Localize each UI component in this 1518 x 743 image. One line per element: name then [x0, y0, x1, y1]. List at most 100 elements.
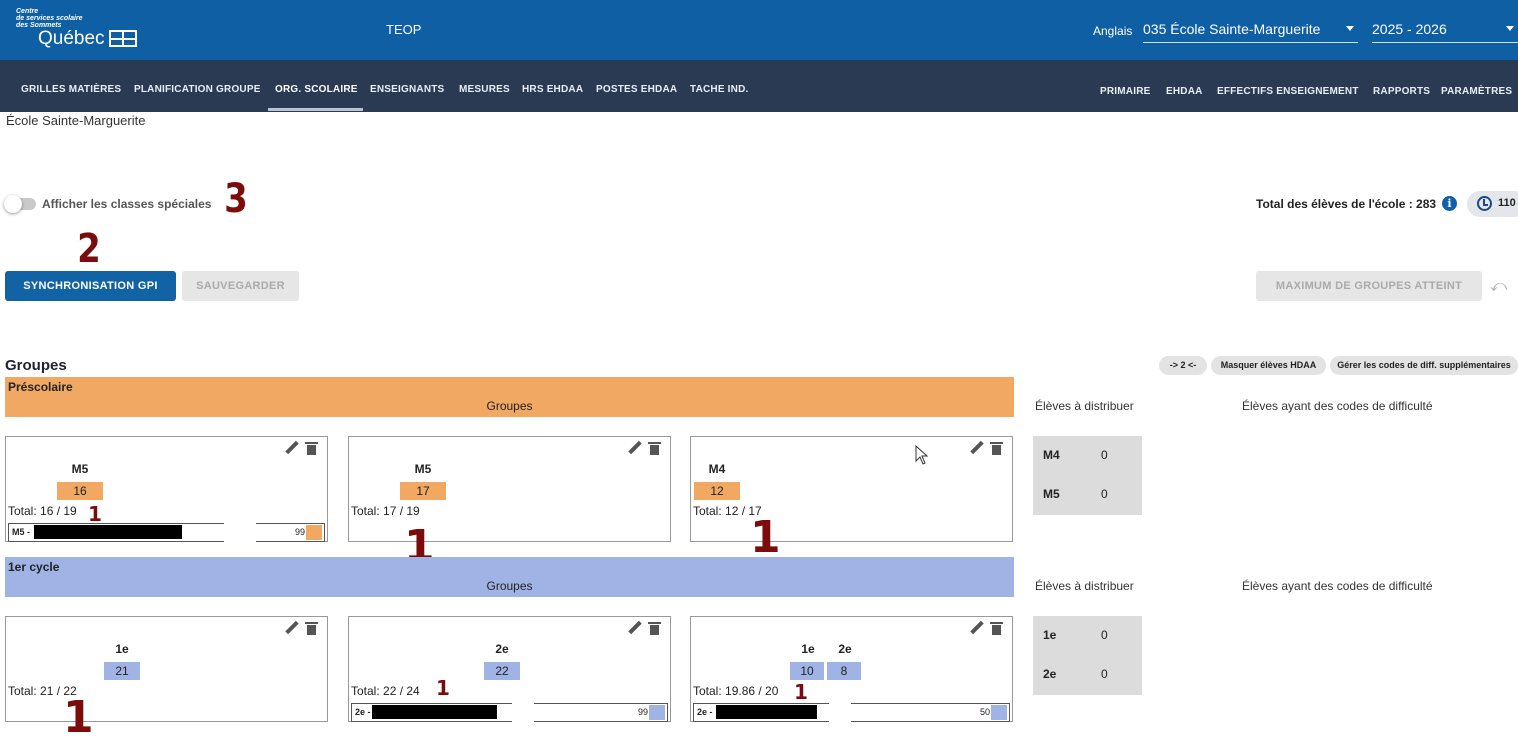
col-difficulty: Élèves ayant des codes de difficulté	[1242, 579, 1433, 593]
nav-hrs-ehdaa[interactable]: HRS EHDAA	[522, 84, 583, 95]
distribute-row: 2e 0	[1043, 667, 1108, 681]
logo-quebec: Québec	[38, 28, 105, 49]
year-select[interactable]: 2025 - 2026	[1372, 21, 1518, 43]
annotation-1: 1	[88, 502, 102, 526]
distribute-count: 0	[1101, 487, 1108, 501]
distribute-box: M4 0 M5 0	[1033, 436, 1142, 515]
group-card[interactable]: 1e 10 2e 8 Total: 19.86 / 20 2e - 50	[690, 616, 1013, 723]
nav-postes-ehdaa[interactable]: POSTES EHDAA	[596, 84, 677, 95]
distribute-box: 1e 0 2e 0	[1033, 616, 1142, 695]
distribute-count: 0	[1101, 667, 1108, 681]
distribute-count: 0	[1101, 448, 1108, 462]
level-name: M5	[414, 462, 432, 476]
student-subrow[interactable]: 2e - 50	[693, 703, 1010, 723]
pencil-icon[interactable]	[628, 441, 642, 455]
level-count[interactable]: 8	[827, 662, 861, 680]
level-name: 1e	[801, 642, 815, 656]
nav-planification-groupe[interactable]: PLANIFICATION GROUPE	[134, 84, 261, 95]
level-count[interactable]: 17	[400, 482, 446, 500]
nav-rapports[interactable]: RAPPORTS	[1373, 86, 1430, 97]
level-count[interactable]: 21	[104, 662, 140, 680]
info-icon[interactable]: i	[1442, 196, 1457, 211]
app-title: TEOP	[386, 22, 422, 37]
subrow-gap	[512, 703, 534, 723]
history-button[interactable]: 110	[1467, 191, 1518, 217]
group-card[interactable]: 2e 22 Total: 22 / 24 2e - 99	[348, 616, 671, 723]
school-select-value: 035 École Sainte-Marguerite	[1143, 21, 1321, 37]
pencil-icon[interactable]	[970, 441, 984, 455]
group-card[interactable]: M5 17 Total: 17 / 19	[348, 436, 671, 542]
undo-icon[interactable]: ⤺	[1490, 278, 1507, 296]
subrow-value: 50	[980, 707, 991, 717]
school-select[interactable]: 035 École Sainte-Marguerite	[1143, 21, 1358, 43]
manage-codes-button[interactable]: Gérer les codes de diff. supplémentaires	[1330, 356, 1518, 375]
annotation-1: 1	[436, 676, 450, 700]
history-count: 110	[1498, 197, 1516, 209]
col-distribute: Élèves à distribuer	[1035, 399, 1134, 413]
level-name: 2e	[495, 642, 509, 656]
pencil-icon[interactable]	[628, 621, 642, 635]
pencil-icon[interactable]	[970, 621, 984, 635]
group-card[interactable]: M5 16 Total: 16 / 19 M5 - 99	[5, 436, 328, 543]
group-card[interactable]: 1e 21 Total: 21 / 22	[5, 616, 328, 722]
flag-icon	[108, 30, 137, 48]
trash-icon[interactable]	[305, 622, 318, 635]
nav-ehdaa[interactable]: EHDAA	[1166, 86, 1203, 97]
max-groups-button[interactable]: MAXIMUM DE GROUPES ATTEINT	[1256, 271, 1482, 301]
nav-primaire[interactable]: PRIMAIRE	[1100, 86, 1151, 97]
main-nav: GRILLES MATIÈRES PLANIFICATION GROUPE OR…	[0, 60, 1518, 112]
level-name: M4	[708, 462, 726, 476]
quebec-logo[interactable]: Centre de services scolaire des Sommets …	[16, 8, 137, 49]
sync-gpi-button[interactable]: SYNCHRONISATION GPI	[5, 271, 176, 301]
nav-tache-ind[interactable]: TACHE IND.	[690, 84, 748, 95]
nav-grilles-matieres[interactable]: GRILLES MATIÈRES	[21, 84, 121, 95]
color-swatch	[649, 705, 665, 720]
student-subrow[interactable]: 2e - 99	[351, 703, 668, 723]
distribute-row: M5 0	[1043, 487, 1108, 501]
distribute-level: 2e	[1043, 667, 1057, 681]
save-button[interactable]: SAUVEGARDER	[182, 271, 299, 301]
section-groups-label: Groupes	[486, 579, 533, 593]
section-name: Préscolaire	[8, 380, 73, 394]
redacted-block	[34, 525, 182, 539]
trash-icon[interactable]	[648, 622, 661, 635]
year-select-value: 2025 - 2026	[1372, 21, 1447, 37]
arrows-pill-button[interactable]: -> 2 <-	[1159, 356, 1207, 375]
student-subrow[interactable]: M5 - 99	[8, 523, 325, 543]
distribute-row: 1e 0	[1043, 628, 1108, 642]
nav-effectifs-enseignement[interactable]: EFFECTIFS ENSEIGNEMENT	[1217, 86, 1359, 97]
language-label: Anglais	[1093, 24, 1133, 38]
subrow-label: M5 -	[12, 527, 30, 537]
col-distribute: Élèves à distribuer	[1035, 579, 1134, 593]
trash-icon[interactable]	[990, 622, 1003, 635]
chevron-down-icon	[1346, 26, 1354, 31]
trash-icon[interactable]	[648, 442, 661, 455]
level-count[interactable]: 12	[694, 482, 740, 500]
pencil-icon[interactable]	[285, 441, 299, 455]
nav-parametres[interactable]: PARAMÈTRES	[1441, 86, 1512, 97]
color-swatch	[991, 705, 1007, 720]
nav-enseignants[interactable]: ENSEIGNANTS	[370, 84, 444, 95]
redacted-block	[372, 705, 497, 719]
card-total: Total: 17 / 19	[351, 504, 420, 518]
mouse-cursor-icon	[915, 445, 929, 465]
nav-org-scolaire[interactable]: ORG. SCOLAIRE	[275, 84, 358, 95]
nav-mesures[interactable]: MESURES	[459, 84, 510, 95]
section-band-prescolaire: Préscolaire Groupes	[5, 377, 1014, 417]
trash-icon[interactable]	[990, 442, 1003, 455]
trash-icon[interactable]	[305, 442, 318, 455]
special-classes-toggle[interactable]	[4, 195, 36, 213]
history-icon	[1477, 196, 1492, 211]
distribute-level: M4	[1043, 448, 1060, 462]
level-count[interactable]: 22	[484, 662, 520, 680]
level-count[interactable]: 16	[57, 482, 103, 500]
annotation-3: 3	[224, 176, 248, 222]
section-name: 1er cycle	[8, 560, 60, 574]
section-band-1er-cycle: 1er cycle Groupes	[5, 557, 1014, 597]
hide-hdaa-button[interactable]: Masquer élèves HDAA	[1211, 356, 1326, 375]
groups-title: Groupes	[5, 357, 67, 374]
pencil-icon[interactable]	[285, 621, 299, 635]
group-card[interactable]: M4 12 Total: 12 / 17	[690, 436, 1013, 542]
card-total: Total: 19.86 / 20	[693, 684, 779, 698]
level-count[interactable]: 10	[790, 662, 824, 680]
